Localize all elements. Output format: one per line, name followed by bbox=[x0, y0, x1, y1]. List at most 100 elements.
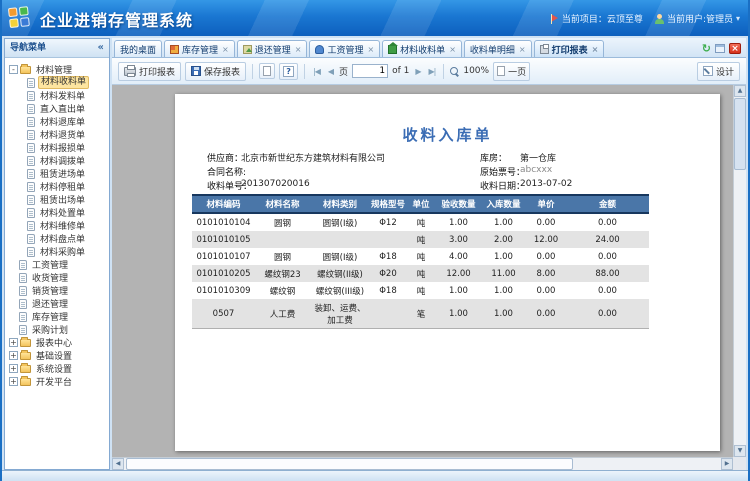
save-report-button[interactable]: 保存报表 bbox=[185, 62, 246, 81]
document-icon bbox=[27, 247, 35, 257]
caret-down-icon[interactable]: ▾ bbox=[736, 14, 740, 23]
toolbar-separator bbox=[304, 64, 305, 79]
collapse-node-icon[interactable]: - bbox=[9, 65, 18, 74]
supplier-value: 北京市新世纪东方建筑材料有限公司 bbox=[241, 151, 385, 164]
tree-item[interactable]: 材料调拨单 bbox=[6, 154, 108, 167]
horizontal-scrollbar[interactable]: ◀ ▶ bbox=[112, 457, 733, 470]
tree-item-label: 开发平台 bbox=[34, 375, 74, 388]
zoom-level[interactable]: 100% bbox=[463, 66, 489, 76]
tree-item[interactable]: 库存管理 bbox=[6, 310, 108, 323]
tab-receipt-detail[interactable]: 收料单明细× bbox=[464, 40, 532, 57]
tree-item[interactable]: 工资管理 bbox=[6, 258, 108, 271]
tree-item[interactable]: 材料发料单 bbox=[6, 89, 108, 102]
close-tab-icon[interactable]: × bbox=[519, 45, 526, 54]
tree-item[interactable]: 材料停租单 bbox=[6, 180, 108, 193]
tree-item[interactable]: 材料退货单 bbox=[6, 128, 108, 141]
tree-item[interactable]: 采购计划 bbox=[6, 323, 108, 336]
scroll-left-icon[interactable]: ◀ bbox=[112, 458, 124, 470]
tab-material-receipt[interactable]: 材料收料单× bbox=[382, 40, 462, 57]
tab-print-report[interactable]: 打印报表× bbox=[534, 40, 605, 57]
document-icon bbox=[27, 234, 35, 244]
horizontal-scroll-thumb[interactable] bbox=[126, 458, 573, 470]
tree-item[interactable]: 材料退库单 bbox=[6, 115, 108, 128]
last-page-button[interactable]: ▶| bbox=[426, 66, 437, 77]
scroll-down-icon[interactable]: ▼ bbox=[734, 445, 746, 457]
first-page-button[interactable]: |◀ bbox=[311, 66, 322, 77]
zoom-icon[interactable] bbox=[450, 67, 459, 76]
vertical-scrollbar[interactable]: ▲ ▼ bbox=[733, 85, 746, 457]
document-icon bbox=[19, 325, 27, 335]
tab-inventory[interactable]: 库存管理× bbox=[164, 40, 235, 57]
cell: 0101010205 bbox=[192, 265, 255, 282]
next-page-button[interactable]: ▶ bbox=[413, 66, 422, 77]
folder-icon bbox=[20, 378, 31, 386]
cell: Φ12 bbox=[370, 213, 406, 231]
tree-item[interactable]: 销货管理 bbox=[6, 284, 108, 297]
scroll-up-icon[interactable]: ▲ bbox=[734, 85, 746, 97]
tree-item[interactable]: 材料处置单 bbox=[6, 206, 108, 219]
expand-node-icon[interactable]: + bbox=[9, 338, 18, 347]
tab-strip-controls: ↻ × bbox=[702, 43, 746, 57]
tree-item[interactable]: 材料报损单 bbox=[6, 141, 108, 154]
tree-item[interactable]: 收货管理 bbox=[6, 271, 108, 284]
cell: 0.00 bbox=[526, 282, 566, 299]
tree-item[interactable]: 直入直出单 bbox=[6, 102, 108, 115]
warehouse-value: 第一仓库 bbox=[520, 151, 556, 164]
scroll-right-icon[interactable]: ▶ bbox=[721, 458, 733, 470]
document-icon bbox=[19, 299, 27, 309]
prev-page-button[interactable]: ◀ bbox=[326, 66, 335, 77]
page-number-input[interactable] bbox=[352, 64, 388, 78]
tree-item[interactable]: 材料采购单 bbox=[6, 245, 108, 258]
expand-node-icon[interactable]: + bbox=[9, 377, 18, 386]
document-icon bbox=[27, 208, 35, 218]
tab-returns[interactable]: 退还管理× bbox=[237, 40, 308, 57]
tree-item[interactable]: 材料盘点单 bbox=[6, 232, 108, 245]
table-row: 0101010104圆钢圆钢(I级)Φ12吨1.001.000.000.00 bbox=[192, 213, 649, 231]
tree-item-label: 材料盘点单 bbox=[38, 232, 87, 245]
tree-folder-material[interactable]: - 材料管理 bbox=[6, 63, 108, 76]
folder-icon bbox=[20, 66, 31, 74]
expand-node-icon[interactable]: + bbox=[9, 364, 18, 373]
export-button[interactable] bbox=[259, 63, 275, 79]
close-tab-icon[interactable]: × bbox=[592, 45, 599, 54]
table-row: 0101010107圆钢圆钢(I级)Φ18吨4.001.000.000.00 bbox=[192, 248, 649, 265]
refresh-icon[interactable]: ↻ bbox=[702, 43, 711, 54]
tree-item[interactable]: 材料维修单 bbox=[6, 219, 108, 232]
close-icon[interactable]: × bbox=[729, 43, 741, 54]
close-tab-icon[interactable]: × bbox=[222, 45, 229, 54]
restore-window-icon[interactable] bbox=[715, 44, 725, 53]
design-button[interactable]: 设计 bbox=[697, 62, 740, 81]
cell: 圆钢 bbox=[255, 213, 310, 231]
current-user-menu[interactable]: 当前用户:管理员 ▾ bbox=[655, 12, 740, 25]
tab-payroll[interactable]: 工资管理× bbox=[309, 40, 380, 57]
cell: 螺纹钢(III级) bbox=[310, 282, 370, 299]
document-icon bbox=[27, 169, 35, 179]
tree-folder[interactable]: +报表中心 bbox=[6, 336, 108, 349]
tree-folder[interactable]: +系统设置 bbox=[6, 362, 108, 375]
close-tab-icon[interactable]: × bbox=[295, 45, 302, 54]
document-icon bbox=[27, 195, 35, 205]
tree-item[interactable]: 材料收料单 bbox=[6, 76, 108, 89]
report-title: 收料入库单 bbox=[175, 124, 720, 145]
print-report-button[interactable]: 打印报表 bbox=[118, 62, 181, 81]
flag-icon bbox=[551, 14, 559, 24]
tree-folder[interactable]: + 开发平台 bbox=[6, 375, 108, 388]
vertical-scroll-thumb[interactable] bbox=[734, 98, 746, 170]
tree-item-label: 材料采购单 bbox=[38, 245, 87, 258]
close-tab-icon[interactable]: × bbox=[367, 45, 374, 54]
collapse-sidebar-icon[interactable]: « bbox=[98, 39, 104, 57]
fit-one-page-button[interactable]: 一页 bbox=[493, 62, 530, 81]
tree-item-label: 材料停租单 bbox=[38, 180, 87, 193]
tree-item-label: 采购计划 bbox=[30, 323, 70, 336]
close-tab-icon[interactable]: × bbox=[449, 45, 456, 54]
tree-item[interactable]: 退还管理 bbox=[6, 297, 108, 310]
table-row: 0101010309螺纹钢螺纹钢(III级)Φ18吨1.001.000.000.… bbox=[192, 282, 649, 299]
expand-node-icon[interactable]: + bbox=[9, 351, 18, 360]
help-button[interactable]: ? bbox=[279, 63, 298, 80]
tree-folder[interactable]: +基础设置 bbox=[6, 349, 108, 362]
tree-item[interactable]: 租赁进场单 bbox=[6, 167, 108, 180]
document-icon bbox=[27, 221, 35, 231]
tree-item[interactable]: 租赁出场单 bbox=[6, 193, 108, 206]
tab-my-desktop[interactable]: 我的桌面 bbox=[114, 40, 162, 57]
date-value: 2013-07-02 bbox=[520, 179, 572, 189]
